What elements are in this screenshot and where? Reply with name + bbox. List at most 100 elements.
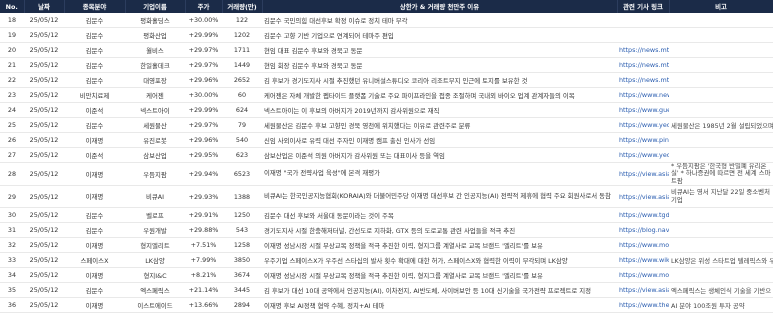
row-article-link[interactable]: https://blog.nave (617, 222, 669, 239)
row-reason: 이재명 후보 AI정책 협약 수혜, 정치+AI 테마 (262, 297, 617, 314)
row-note: 엑스페릭스는 생체인식 기술을 기반으 (669, 282, 773, 299)
row-reason: 넥스트아이는 이 후보의 아버지가 2019년까지 감사위원으로 재직 (262, 102, 617, 118)
table-row[interactable]: 30 25/05/12 김문수 벨로프 +29.91% 1250 김문수 대선 후보와 서울… (0, 207, 773, 224)
row-no: 24 (0, 102, 24, 118)
row-article-link[interactable] (617, 13, 669, 28)
row-note (669, 237, 773, 254)
row-article-link[interactable] (617, 27, 669, 43)
table-row[interactable]: 31 25/05/12 김문수 우원개발 +29.88% 543 경기도지사 시절 한충해저… (0, 222, 773, 239)
row-company: 삼보산업 (125, 147, 185, 163)
row-note (669, 222, 773, 239)
row-article-link[interactable]: https://view.asia (617, 282, 669, 299)
table-row[interactable]: 33 25/05/12 스페이스X LK삼양 +7.99% 3850 우주기업 스페이스X가… (0, 252, 773, 269)
row-no: 32 (0, 237, 24, 254)
row-volume: 1202 (222, 27, 262, 43)
header-date[interactable]: 날짜 (24, 0, 65, 13)
table-row[interactable]: 24 25/05/12 이준석 넥스트아이 +29.99% 624 넥스트아이는 이 후보의… (0, 102, 773, 118)
row-sector: 이재명 (64, 267, 125, 284)
row-volume: 624 (222, 102, 262, 118)
row-note: 세원물산은 1985년 2월 설립되었으며 (669, 117, 773, 133)
row-reason: 김 후보가 경기도지사 시절 추진했던 유니버설스튜디오 코리아 리조트부지 인… (262, 72, 617, 88)
header-article[interactable]: 관련 기사 링크 (617, 0, 670, 13)
table-row[interactable]: 20 25/05/12 김문수 월비스 +29.97% 1711 현임 대표 김문수 후보와… (0, 42, 773, 58)
row-date: 25/05/12 (24, 185, 64, 209)
row-reason: 케어젠은 자체 개발한 펩타이드 플랫폼 기술로 주요 파이프라인을 접종 조절… (262, 87, 617, 103)
table-row[interactable]: 34 25/05/12 이재명 형지I&C +8.21% 3674 이재명 성남시장 시절 … (0, 267, 773, 284)
row-article-link[interactable]: https://www.yeo (617, 147, 669, 163)
row-sector: 김문수 (64, 222, 125, 239)
row-note: LK삼양은 위성 스타트업 텔레픽스와 우 (669, 252, 773, 269)
row-reason: 김문수 대선 후보와 서울대 동문이라는 것이 주목 (262, 207, 617, 224)
row-article-link[interactable]: https://www.gue (617, 102, 669, 118)
row-date: 25/05/12 (24, 72, 64, 88)
row-sector: 이재명 (64, 237, 125, 254)
header-note[interactable]: 비고 (669, 0, 773, 13)
table-row[interactable]: 22 25/05/12 김문수 대영포장 +29.96% 2652 김 후보가 경기도지사 … (0, 72, 773, 88)
row-sector: 김문수 (64, 27, 125, 43)
row-price: +21.14% (185, 282, 222, 299)
row-note: * 우듬지팜은 '한국형 반밀폐 유리온실' * 하나증권에 따르면 전 세계 … (669, 162, 773, 187)
table-row[interactable]: 23 25/05/12 비만치료제 케어젠 +30.00% 60 케어젠은 자체 개발한 펩… (0, 87, 773, 103)
row-company: 넥스트아이 (125, 102, 185, 118)
row-company: 형지엘리트 (125, 237, 185, 254)
row-reason: 이재명 성남시장 시절 무상교복 정책을 적극 추진한 이력, 형지그룹 계열사… (262, 237, 617, 254)
row-price: +29.97% (185, 57, 222, 73)
row-company: 평화산업 (125, 27, 185, 43)
row-article-link[interactable]: https://www.tgdi (617, 207, 669, 224)
table-row[interactable]: 18 25/05/12 김문수 평화홀딩스 +30.00% 122 김문수 국민의힘 대선후… (0, 13, 773, 28)
row-company: 이스트에이드 (125, 297, 185, 314)
row-volume: 122 (222, 13, 262, 28)
header-volume[interactable]: 거래량(만) (222, 0, 263, 13)
header-sector[interactable]: 종목분야 (64, 0, 126, 13)
row-article-link[interactable]: https://www.new (617, 87, 669, 103)
row-article-link[interactable]: https://www.wik (617, 252, 669, 269)
header-no[interactable]: No. (0, 0, 25, 13)
row-article-link[interactable]: https://view.asia (617, 162, 669, 187)
row-date: 25/05/12 (24, 222, 64, 239)
row-reason: 이재명 성남시장 시절 무상교복 정책을 적극 추진한 이력, 형지그룹 계열사… (262, 267, 617, 284)
row-volume: 60 (222, 87, 262, 103)
row-note (669, 42, 773, 58)
row-note (669, 102, 773, 118)
row-sector: 이준석 (64, 147, 125, 163)
table-row[interactable]: 28 25/05/12 이재명 우듬지팜 +29.94% 6523 이재명 "국가 전략사업… (0, 162, 773, 187)
row-article-link[interactable]: https://www.mor (617, 267, 669, 284)
table-row[interactable]: 25 25/05/12 김문수 세원물산 +29.97% 79 세원물산은 김문수 후보 고… (0, 117, 773, 133)
table-row[interactable]: 27 25/05/12 이준석 삼보산업 +29.95% 623 삼보산업은 이준석 의원 … (0, 147, 773, 163)
row-no: 27 (0, 147, 24, 163)
table-row[interactable]: 19 25/05/12 김문수 평화산업 +29.99% 1202 김문수 고향 기반 기업… (0, 27, 773, 43)
table-row[interactable]: 29 25/05/12 이재명 비큐AI +29.93% 1388 비큐AI는 한국인공지능… (0, 185, 773, 209)
row-no: 33 (0, 252, 24, 269)
row-sector: 이재명 (64, 297, 125, 314)
row-date: 25/05/12 (24, 162, 64, 187)
row-price: +29.95% (185, 147, 222, 163)
row-article-link[interactable]: https://view.asia (617, 185, 669, 209)
row-company: 엑스페릭스 (125, 282, 185, 299)
row-company: 한일홀데크 (125, 57, 185, 73)
header-company[interactable]: 기업이름 (125, 0, 186, 13)
row-date: 25/05/12 (24, 132, 64, 148)
row-price: +29.94% (185, 162, 222, 187)
row-article-link[interactable]: https://www.ping (617, 132, 669, 148)
row-article-link[interactable]: https://news.mt. (617, 42, 669, 58)
table-row[interactable]: 36 25/05/12 이재명 이스트에이드 +13.66% 2894 이재명 후보 AI정… (0, 297, 773, 314)
row-sector: 이재명 (64, 132, 125, 148)
row-no: 18 (0, 13, 24, 28)
row-article-link[interactable]: https://news.mt. (617, 57, 669, 73)
row-article-link[interactable]: https://www.thel (617, 297, 669, 314)
row-price: +30.00% (185, 87, 222, 103)
row-reason: 삼보산업은 이준석 의원 아버지가 감사위원 또는 대표이사 등을 역임 (262, 147, 617, 163)
table-row[interactable]: 26 25/05/12 이재명 유진로봇 +29.96% 540 신임 사외이사로 유력 대… (0, 132, 773, 148)
table-row[interactable]: 21 25/05/12 김문수 한일홀데크 +29.97% 1449 현임 회장 김문수 후… (0, 57, 773, 73)
stock-table: No. 날짜 종목분야 기업이름 주가 거래량(만) 상한가 & 거래량 천만주… (0, 0, 773, 314)
header-reason[interactable]: 상한가 & 거래량 천만주 이유 (262, 0, 618, 13)
table-row[interactable]: 32 25/05/12 이재명 형지엘리트 +7.51% 1258 이재명 성남시장 시절 … (0, 237, 773, 254)
row-sector: 이준석 (64, 102, 125, 118)
row-price: +7.99% (185, 252, 222, 269)
row-article-link[interactable]: https://news.mt. (617, 72, 669, 88)
row-article-link[interactable]: https://www.yeo (617, 117, 669, 133)
table-row[interactable]: 35 25/05/12 김문수 엑스페릭스 +21.14% 3445 김 후보가 대선 10… (0, 282, 773, 299)
row-note (669, 267, 773, 284)
row-article-link[interactable]: https://www.mon (617, 237, 669, 254)
header-price[interactable]: 주가 (185, 0, 223, 13)
